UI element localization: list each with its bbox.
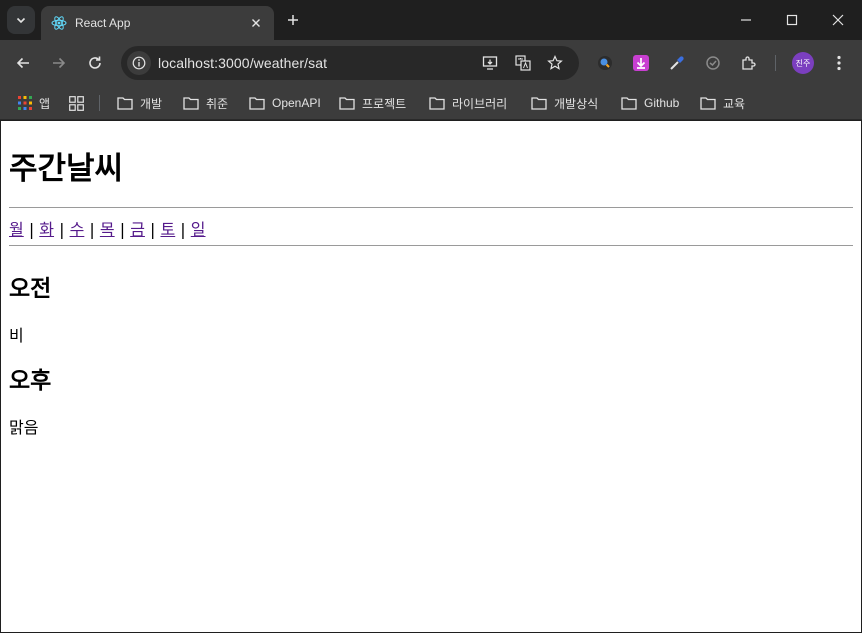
bookmark-label: 개발 xyxy=(140,96,163,111)
afternoon-weather: 맑음 xyxy=(9,418,39,437)
nav-separator: | xyxy=(84,220,100,239)
bookmark-label: 교육 xyxy=(723,96,746,111)
day-link-thu[interactable]: 목 xyxy=(100,220,115,239)
tab-title: React App xyxy=(75,16,131,30)
folder-icon xyxy=(249,97,265,110)
extension-sync-icon[interactable] xyxy=(702,52,724,74)
day-link-tue[interactable]: 화 xyxy=(39,220,54,239)
plus-icon xyxy=(288,15,298,25)
url-text[interactable]: localhost:3000/weather/sat xyxy=(158,55,327,71)
bookmarks-bar: 앱 개발 취준 OpenAPI 프로젝트 라이브러리 개발상식 Github 교… xyxy=(0,86,862,120)
reload-button[interactable] xyxy=(83,51,107,75)
minimize-button[interactable] xyxy=(723,0,769,40)
more-menu-icon[interactable] xyxy=(828,52,850,74)
bookmark-star-icon[interactable] xyxy=(545,53,565,73)
nav-separator: | xyxy=(114,220,131,239)
nav-separator: | xyxy=(144,220,161,239)
nav-separator: | xyxy=(23,220,40,239)
profile-avatar[interactable]: 진주 xyxy=(792,52,814,74)
day-navigation: 월 | 화 | 수 | 목 | 금 | 토 | 일 xyxy=(9,216,206,240)
browser-tab[interactable]: React App xyxy=(41,6,274,40)
bookmark-label: OpenAPI xyxy=(272,96,321,110)
day-link-fri[interactable]: 금 xyxy=(130,220,145,239)
nav-separator: | xyxy=(175,220,191,239)
eyedropper-icon[interactable] xyxy=(666,52,688,74)
bookmark-folder[interactable]: 개발상식 xyxy=(531,92,598,114)
folder-icon xyxy=(700,97,716,110)
install-app-icon[interactable] xyxy=(480,53,500,73)
close-window-button[interactable] xyxy=(815,0,861,40)
arrow-left-icon xyxy=(16,57,29,69)
folder-icon xyxy=(429,97,445,110)
address-bar[interactable]: localhost:3000/weather/sat xyxy=(121,46,579,80)
tab-search-button[interactable] xyxy=(7,6,35,34)
morning-weather: 비 xyxy=(9,326,24,345)
bookmark-folder[interactable]: Github xyxy=(621,92,679,114)
tab-groups-button[interactable] xyxy=(69,92,91,114)
folder-icon xyxy=(117,97,133,110)
new-tab-button[interactable] xyxy=(283,10,303,30)
bookmark-label: 취준 xyxy=(206,96,229,111)
divider-top xyxy=(9,207,853,208)
reload-icon xyxy=(89,56,101,69)
extensions-puzzle-icon[interactable] xyxy=(738,52,760,74)
maximize-button[interactable] xyxy=(769,0,815,40)
close-tab-icon[interactable] xyxy=(246,13,266,33)
bookmark-folder[interactable]: 개발 xyxy=(117,92,162,114)
afternoon-heading: 오후 xyxy=(9,368,52,394)
folder-icon xyxy=(183,97,199,110)
bookmark-label: 앱 xyxy=(39,96,51,111)
folder-icon xyxy=(339,97,355,110)
day-link-sun[interactable]: 일 xyxy=(191,220,206,239)
day-link-mon[interactable]: 월 xyxy=(9,220,24,239)
close-icon xyxy=(832,14,844,26)
extension-download-icon[interactable] xyxy=(630,52,652,74)
bookmark-label: 프로젝트 xyxy=(362,96,407,111)
chevron-down-icon xyxy=(16,17,26,24)
forward-button[interactable] xyxy=(47,51,71,75)
tab-groups-icon xyxy=(69,95,84,111)
page-viewport: 주간날씨 월 | 화 | 수 | 목 | 금 | 토 | 일 오전 비 오후 맑… xyxy=(1,121,861,632)
nav-separator: | xyxy=(54,220,70,239)
bookmark-apps[interactable]: 앱 xyxy=(18,92,50,114)
bookmark-label: 개발상식 xyxy=(554,96,599,111)
title-bar: React App xyxy=(0,0,862,40)
bookmarks-divider xyxy=(99,95,100,111)
back-button[interactable] xyxy=(11,51,35,75)
day-link-sat[interactable]: 토 xyxy=(160,220,175,239)
folder-icon xyxy=(621,97,637,110)
day-link-wed[interactable]: 수 xyxy=(70,220,85,239)
bookmark-label: 라이브러리 xyxy=(452,96,508,111)
arrow-right-icon xyxy=(53,57,66,69)
morning-heading: 오전 xyxy=(9,276,52,302)
maximize-icon xyxy=(786,14,798,26)
minimize-icon xyxy=(741,19,751,21)
react-logo-icon xyxy=(51,15,67,31)
extension-search-icon[interactable] xyxy=(594,52,616,74)
apps-grid-icon xyxy=(18,96,32,110)
bookmark-folder[interactable]: 취준 xyxy=(183,92,228,114)
bookmark-folder[interactable]: 교육 xyxy=(700,92,745,114)
browser-toolbar: localhost:3000/weather/sat 진주 xyxy=(0,40,862,86)
bookmark-folder[interactable]: OpenAPI xyxy=(249,92,321,114)
site-info-icon[interactable] xyxy=(127,51,151,75)
toolbar-divider xyxy=(775,55,776,71)
folder-icon xyxy=(531,97,547,110)
bookmark-label: Github xyxy=(644,96,680,110)
translate-icon[interactable] xyxy=(513,53,533,73)
page-title: 주간날씨 xyxy=(9,151,124,187)
bookmark-folder[interactable]: 프로젝트 xyxy=(339,92,406,114)
divider-bottom xyxy=(9,245,853,246)
bookmark-folder[interactable]: 라이브러리 xyxy=(429,92,507,114)
